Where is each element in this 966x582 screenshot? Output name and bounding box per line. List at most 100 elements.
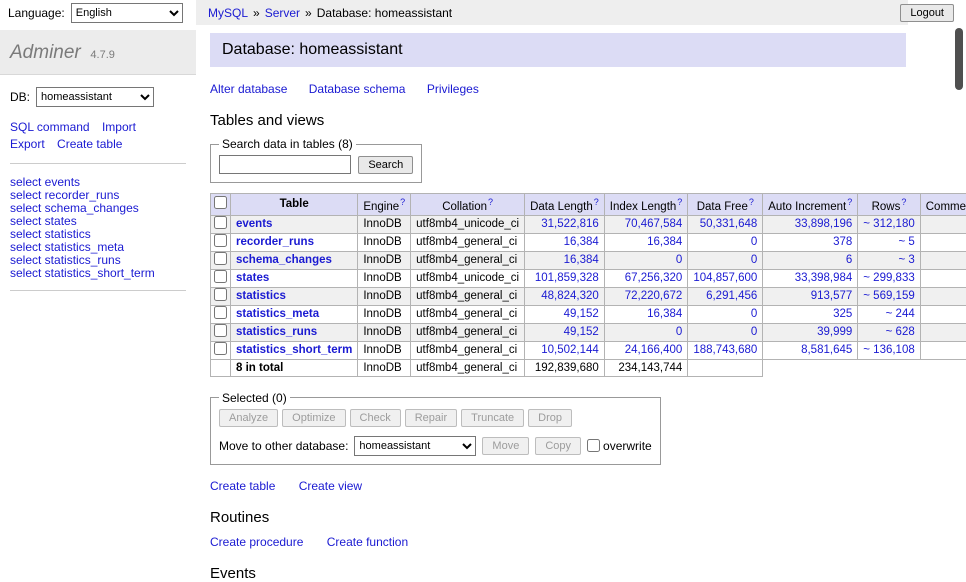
logout-button[interactable]: Logout <box>900 4 954 22</box>
adminer-logo[interactable]: Adminer <box>10 42 81 63</box>
table-link[interactable]: events <box>236 218 272 230</box>
table-link[interactable]: states <box>236 272 269 284</box>
breadcrumb-mysql-link[interactable]: MySQL <box>208 6 248 20</box>
data-length-link[interactable]: 49,152 <box>564 326 599 338</box>
sidebar-select-statistics-runs[interactable]: select statistics_runs <box>10 253 121 267</box>
privileges-link[interactable]: Privileges <box>427 82 479 96</box>
index-length-help-link[interactable]: ? <box>677 197 682 207</box>
data-length-link[interactable]: 48,824,320 <box>541 290 599 302</box>
sidebar-select-states[interactable]: select states <box>10 214 77 228</box>
sidebar-select-statistics-meta[interactable]: select statistics_meta <box>10 240 124 254</box>
index-length-link[interactable]: 24,166,400 <box>625 344 683 356</box>
copy-button[interactable]: Copy <box>535 437 581 455</box>
data-free-link[interactable]: 50,331,648 <box>700 218 758 230</box>
row-select-checkbox[interactable] <box>214 324 227 337</box>
row-select-checkbox[interactable] <box>214 270 227 283</box>
check-button[interactable]: Check <box>350 409 401 427</box>
index-length-link[interactable]: 72,220,672 <box>625 290 683 302</box>
index-length-link[interactable]: 16,384 <box>647 308 682 320</box>
table-link[interactable]: statistics_runs <box>236 326 317 338</box>
alter-database-link[interactable]: Alter database <box>210 82 287 96</box>
index-length-link[interactable]: 16,384 <box>647 236 682 248</box>
data-length-link[interactable]: 16,384 <box>564 254 599 266</box>
auto-increment-link[interactable]: 39,999 <box>817 326 852 338</box>
sidebar-select-events[interactable]: select events <box>10 175 80 189</box>
collation-help-link[interactable]: ? <box>488 197 493 207</box>
db-select[interactable]: homeassistant <box>36 87 154 107</box>
create-table-link-main[interactable]: Create table <box>210 479 275 493</box>
auto-increment-link[interactable]: 33,898,196 <box>795 218 853 230</box>
table-link[interactable]: statistics_short_term <box>236 344 352 356</box>
auto-increment-link[interactable]: 325 <box>833 308 852 320</box>
auto-increment-link[interactable]: 33,398,984 <box>795 272 853 284</box>
table-link[interactable]: statistics <box>236 290 286 302</box>
overwrite-checkbox[interactable] <box>587 439 600 452</box>
table-link[interactable]: recorder_runs <box>236 236 314 248</box>
adminer-version-link[interactable]: 4.7.9 <box>90 49 114 61</box>
index-length-link[interactable]: 0 <box>676 326 682 338</box>
table-link[interactable]: schema_changes <box>236 254 332 266</box>
create-view-link[interactable]: Create view <box>299 479 362 493</box>
data-length-link[interactable]: 49,152 <box>564 308 599 320</box>
rows-count-link[interactable]: ~ 244 <box>886 308 915 320</box>
rows-count-link[interactable]: ~ 5 <box>898 236 914 248</box>
data-length-link[interactable]: 31,522,816 <box>541 218 599 230</box>
create-procedure-link[interactable]: Create procedure <box>210 535 303 549</box>
row-select-checkbox[interactable] <box>214 306 227 319</box>
index-length-link[interactable]: 0 <box>676 254 682 266</box>
rows-count-link[interactable]: ~ 136,108 <box>863 344 914 356</box>
index-length-link[interactable]: 70,467,584 <box>625 218 683 230</box>
auto-increment-link[interactable]: 378 <box>833 236 852 248</box>
sidebar-select-statistics[interactable]: select statistics <box>10 227 91 241</box>
data-free-link[interactable]: 0 <box>751 254 757 266</box>
rows-count-link[interactable]: ~ 3 <box>898 254 914 266</box>
create-function-link[interactable]: Create function <box>327 535 408 549</box>
auto-increment-help-link[interactable]: ? <box>847 197 852 207</box>
repair-button[interactable]: Repair <box>405 409 457 427</box>
data-length-link[interactable]: 10,502,144 <box>541 344 599 356</box>
rows-count-link[interactable]: ~ 569,159 <box>863 290 914 302</box>
move-db-select[interactable]: homeassistant <box>354 436 476 456</box>
data-length-help-link[interactable]: ? <box>594 197 599 207</box>
data-free-link[interactable]: 6,291,456 <box>706 290 757 302</box>
auto-increment-link[interactable]: 6 <box>846 254 852 266</box>
row-select-checkbox[interactable] <box>214 288 227 301</box>
export-link[interactable]: Export <box>10 137 45 151</box>
database-schema-link[interactable]: Database schema <box>309 82 406 96</box>
data-free-link[interactable]: 0 <box>751 236 757 248</box>
row-select-checkbox[interactable] <box>214 216 227 229</box>
auto-increment-link[interactable]: 913,577 <box>811 290 853 302</box>
rows-count-link[interactable]: ~ 628 <box>886 326 915 338</box>
import-link[interactable]: Import <box>102 120 136 134</box>
table-link[interactable]: statistics_meta <box>236 308 319 320</box>
index-length-link[interactable]: 67,256,320 <box>625 272 683 284</box>
sidebar-select-schema-changes[interactable]: select schema_changes <box>10 201 139 215</box>
data-free-link[interactable]: 0 <box>751 326 757 338</box>
breadcrumb-server-link[interactable]: Server <box>265 6 300 20</box>
search-input[interactable] <box>219 155 351 174</box>
sidebar-select-recorder-runs[interactable]: select recorder_runs <box>10 188 119 202</box>
auto-increment-link[interactable]: 8,581,645 <box>801 344 852 356</box>
row-select-checkbox[interactable] <box>214 252 227 265</box>
language-select[interactable]: English <box>71 3 183 23</box>
rows-help-link[interactable]: ? <box>901 197 906 207</box>
data-free-link[interactable]: 0 <box>751 308 757 320</box>
search-button[interactable]: Search <box>358 156 413 174</box>
data-free-link[interactable]: 188,743,680 <box>693 344 757 356</box>
move-button[interactable]: Move <box>482 437 529 455</box>
data-free-link[interactable]: 104,857,600 <box>693 272 757 284</box>
sql-command-link[interactable]: SQL command <box>10 120 90 134</box>
data-length-link[interactable]: 101,859,328 <box>535 272 599 284</box>
row-select-checkbox[interactable] <box>214 234 227 247</box>
analyze-button[interactable]: Analyze <box>219 409 278 427</box>
optimize-button[interactable]: Optimize <box>282 409 345 427</box>
drop-button[interactable]: Drop <box>528 409 572 427</box>
rows-count-link[interactable]: ~ 312,180 <box>863 218 914 230</box>
engine-help-link[interactable]: ? <box>400 197 405 207</box>
row-select-checkbox[interactable] <box>214 342 227 355</box>
scrollbar-thumb[interactable] <box>955 28 963 90</box>
data-free-help-link[interactable]: ? <box>749 197 754 207</box>
sidebar-select-statistics-short-term[interactable]: select statistics_short_term <box>10 266 155 280</box>
truncate-button[interactable]: Truncate <box>461 409 524 427</box>
data-length-link[interactable]: 16,384 <box>564 236 599 248</box>
